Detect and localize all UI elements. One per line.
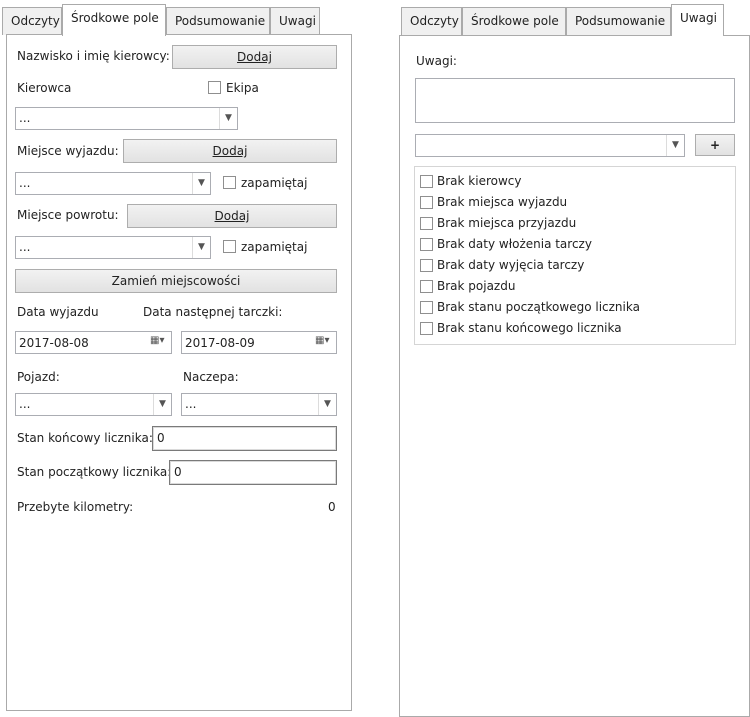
- remember-departure-checkbox[interactable]: [223, 176, 236, 189]
- departure-date-label: Data wyjazdu: [17, 305, 99, 319]
- checklist-item-label: Brak miejsca przyjazdu: [437, 216, 577, 230]
- km-value: 0: [328, 500, 336, 514]
- start-counter-label: Stan początkowy licznika:: [17, 465, 172, 479]
- remember-return-label: zapamiętaj: [241, 240, 308, 254]
- left-panel: Odczyty Środkowe pole Podsumowanie Uwagi…: [0, 0, 352, 717]
- departure-date-value: 2017-08-08: [19, 336, 89, 350]
- trailer-select[interactable]: ... ▼: [181, 393, 337, 416]
- departure-place-select[interactable]: ... ▼: [15, 172, 211, 195]
- tab-podsumowanie[interactable]: Podsumowanie: [166, 7, 270, 35]
- tab-label: Uwagi: [680, 11, 717, 25]
- issues-checklist: Brak kierowcy Brak miejsca wyjazdu Brak …: [414, 166, 736, 345]
- checklist-item-label: Brak stanu końcowego licznika: [437, 321, 622, 335]
- start-counter-input[interactable]: 0: [169, 460, 337, 485]
- tab-strip: Odczyty Środkowe pole Podsumowanie Uwagi: [401, 4, 750, 36]
- calendar-icon[interactable]: ▦▾: [150, 335, 168, 350]
- return-place-select[interactable]: ... ▼: [15, 236, 211, 259]
- add-departure-place-button[interactable]: Dodaj: [123, 139, 337, 163]
- chevron-down-icon: ▼: [192, 173, 210, 194]
- right-panel: Odczyty Środkowe pole Podsumowanie Uwagi…: [399, 0, 750, 717]
- vehicle-value: ...: [19, 397, 31, 411]
- chevron-down-icon: ▼: [192, 237, 210, 258]
- checkbox-brak-miejsca-przyjazdu[interactable]: [420, 217, 433, 230]
- checkbox-brak-stanu-poczatkowego[interactable]: [420, 301, 433, 314]
- vehicle-select[interactable]: ... ▼: [15, 393, 172, 416]
- swap-places-button[interactable]: Zamień miejscowości: [15, 269, 337, 293]
- crew-label: Ekipa: [226, 81, 259, 95]
- driver-name-label: Nazwisko i imię kierowcy:: [17, 49, 170, 63]
- driver-label: Kierowca: [17, 81, 72, 95]
- departure-place-label: Miejsce wyjazdu:: [17, 144, 119, 158]
- checkbox-brak-miejsca-wyjazdu[interactable]: [420, 196, 433, 209]
- tab-label: Środkowe pole: [71, 11, 159, 25]
- add-note-button[interactable]: +: [695, 134, 735, 156]
- notes-template-select[interactable]: ▼: [415, 134, 685, 157]
- departure-date-picker[interactable]: 2017-08-08 ▦▾: [15, 331, 172, 354]
- end-counter-label: Stan końcowy licznika:: [17, 431, 153, 445]
- end-counter-input[interactable]: 0: [152, 426, 337, 451]
- checkbox-brak-daty-wlozenia[interactable]: [420, 238, 433, 251]
- tab-odczyty[interactable]: Odczyty: [2, 7, 62, 35]
- driver-select-value: ...: [19, 111, 31, 125]
- checklist-item-label: Brak stanu początkowego licznika: [437, 300, 640, 314]
- add-return-place-button[interactable]: Dodaj: [127, 204, 337, 228]
- chevron-down-icon: ▼: [666, 135, 684, 156]
- checklist-item-label: Brak daty wyjęcia tarczy: [437, 258, 585, 272]
- tab-label: Uwagi: [279, 14, 316, 28]
- checklist-item-label: Brak kierowcy: [437, 174, 522, 188]
- tab-uwagi[interactable]: Uwagi: [270, 7, 320, 35]
- next-disc-date-label: Data następnej tarczki:: [143, 305, 283, 319]
- calendar-icon[interactable]: ▦▾: [315, 335, 333, 350]
- remember-return-checkbox[interactable]: [223, 240, 236, 253]
- tab-label: Podsumowanie: [575, 14, 666, 28]
- notes-textarea[interactable]: [415, 78, 735, 123]
- return-place-label: Miejsce powrotu:: [17, 208, 119, 222]
- checkbox-brak-kierowcy[interactable]: [420, 175, 433, 188]
- checklist-item-label: Brak pojazdu: [437, 279, 516, 293]
- tab-strip: Odczyty Środkowe pole Podsumowanie Uwagi: [2, 4, 352, 36]
- tab-uwagi[interactable]: Uwagi: [671, 4, 724, 36]
- km-label: Przebyte kilometry:: [17, 500, 134, 514]
- next-disc-date-value: 2017-08-09: [185, 336, 255, 350]
- checkbox-brak-daty-wyjecia[interactable]: [420, 259, 433, 272]
- tab-label: Odczyty: [410, 14, 459, 28]
- tab-odczyty[interactable]: Odczyty: [401, 7, 462, 35]
- tab-label: Środkowe pole: [471, 14, 559, 28]
- checklist-item-label: Brak miejsca wyjazdu: [437, 195, 568, 209]
- departure-place-value: ...: [19, 176, 31, 190]
- tab-label: Podsumowanie: [175, 14, 266, 28]
- trailer-value: ...: [185, 397, 197, 411]
- chevron-down-icon: ▼: [219, 108, 237, 129]
- chevron-down-icon: ▼: [153, 394, 171, 415]
- tab-label: Odczyty: [11, 14, 60, 28]
- add-driver-button[interactable]: Dodaj: [172, 45, 337, 69]
- checklist-item-label: Brak daty włożenia tarczy: [437, 237, 592, 251]
- checkbox-brak-pojazdu[interactable]: [420, 280, 433, 293]
- next-disc-date-picker[interactable]: 2017-08-09 ▦▾: [181, 331, 337, 354]
- chevron-down-icon: ▼: [318, 394, 336, 415]
- return-place-value: ...: [19, 240, 31, 254]
- notes-label: Uwagi:: [416, 54, 457, 68]
- checkbox-brak-stanu-koncowego[interactable]: [420, 322, 433, 335]
- remember-departure-label: zapamiętaj: [241, 176, 308, 190]
- driver-select[interactable]: ... ▼: [15, 107, 238, 130]
- trailer-label: Naczepa:: [183, 370, 239, 384]
- tab-podsumowanie[interactable]: Podsumowanie: [566, 7, 671, 35]
- tab-srodkowe-pole[interactable]: Środkowe pole: [62, 4, 166, 36]
- tab-srodkowe-pole[interactable]: Środkowe pole: [462, 7, 566, 35]
- crew-checkbox[interactable]: [208, 81, 221, 94]
- vehicle-label: Pojazd:: [17, 370, 60, 384]
